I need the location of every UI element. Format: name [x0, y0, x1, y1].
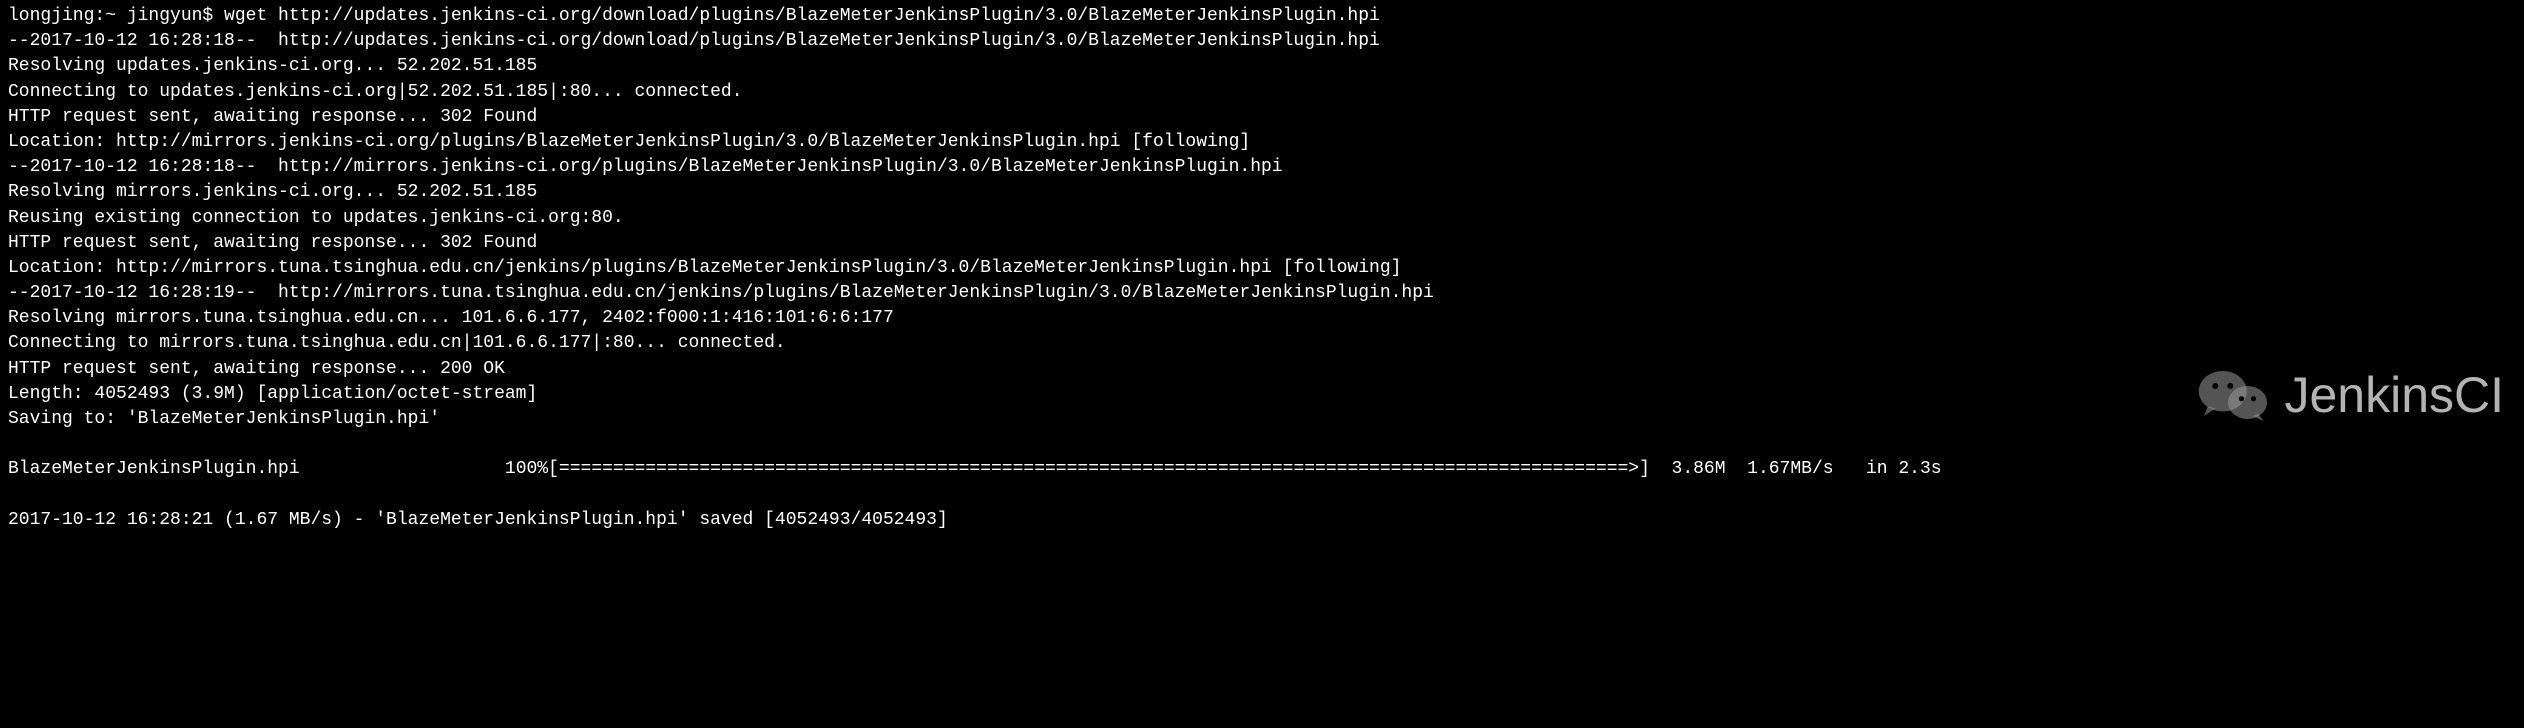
command-line: longjing:~ jingyun$ wget http://updates.…: [8, 4, 2516, 29]
output-line: Length: 4052493 (3.9M) [application/octe…: [8, 382, 2516, 407]
output-line: --2017-10-12 16:28:19-- http://mirrors.t…: [8, 281, 2516, 306]
output-line: Location: http://mirrors.jenkins-ci.org/…: [8, 130, 2516, 155]
output-line: Reusing existing connection to updates.j…: [8, 206, 2516, 231]
summary-line: 2017-10-12 16:28:21 (1.67 MB/s) - 'Blaze…: [8, 508, 2516, 533]
progress-bar-open: [: [548, 459, 559, 479]
output-line: --2017-10-12 16:28:18-- http://updates.j…: [8, 29, 2516, 54]
blank-line: [8, 432, 2516, 457]
output-line: Connecting to mirrors.tuna.tsinghua.edu.…: [8, 331, 2516, 356]
output-line: Saving to: 'BlazeMeterJenkinsPlugin.hpi': [8, 407, 2516, 432]
output-line: HTTP request sent, awaiting response... …: [8, 231, 2516, 256]
progress-stats: 3.86M 1.67MB/s in 2.3s: [1650, 459, 1942, 479]
output-line: --2017-10-12 16:28:18-- http://mirrors.j…: [8, 155, 2516, 180]
output-line: HTTP request sent, awaiting response... …: [8, 105, 2516, 130]
progress-spacer: [300, 459, 505, 479]
progress-line: BlazeMeterJenkinsPlugin.hpi 100%[=======…: [8, 457, 2516, 482]
shell-prompt: longjing:~ jingyun$: [8, 6, 224, 26]
command-text: wget http://updates.jenkins-ci.org/downl…: [224, 6, 1380, 26]
progress-bar-fill: ========================================…: [559, 459, 1639, 479]
progress-filename: BlazeMeterJenkinsPlugin.hpi: [8, 459, 300, 479]
output-line: Location: http://mirrors.tuna.tsinghua.e…: [8, 256, 2516, 281]
output-line: HTTP request sent, awaiting response... …: [8, 357, 2516, 382]
blank-line: [8, 483, 2516, 508]
output-line: Resolving updates.jenkins-ci.org... 52.2…: [8, 54, 2516, 79]
output-line: Connecting to updates.jenkins-ci.org|52.…: [8, 80, 2516, 105]
progress-bar-close: ]: [1639, 459, 1650, 479]
output-line: Resolving mirrors.jenkins-ci.org... 52.2…: [8, 180, 2516, 205]
progress-percent: 100%: [505, 459, 548, 479]
output-line: Resolving mirrors.tuna.tsinghua.edu.cn..…: [8, 306, 2516, 331]
terminal-output: longjing:~ jingyun$ wget http://updates.…: [8, 4, 2516, 533]
